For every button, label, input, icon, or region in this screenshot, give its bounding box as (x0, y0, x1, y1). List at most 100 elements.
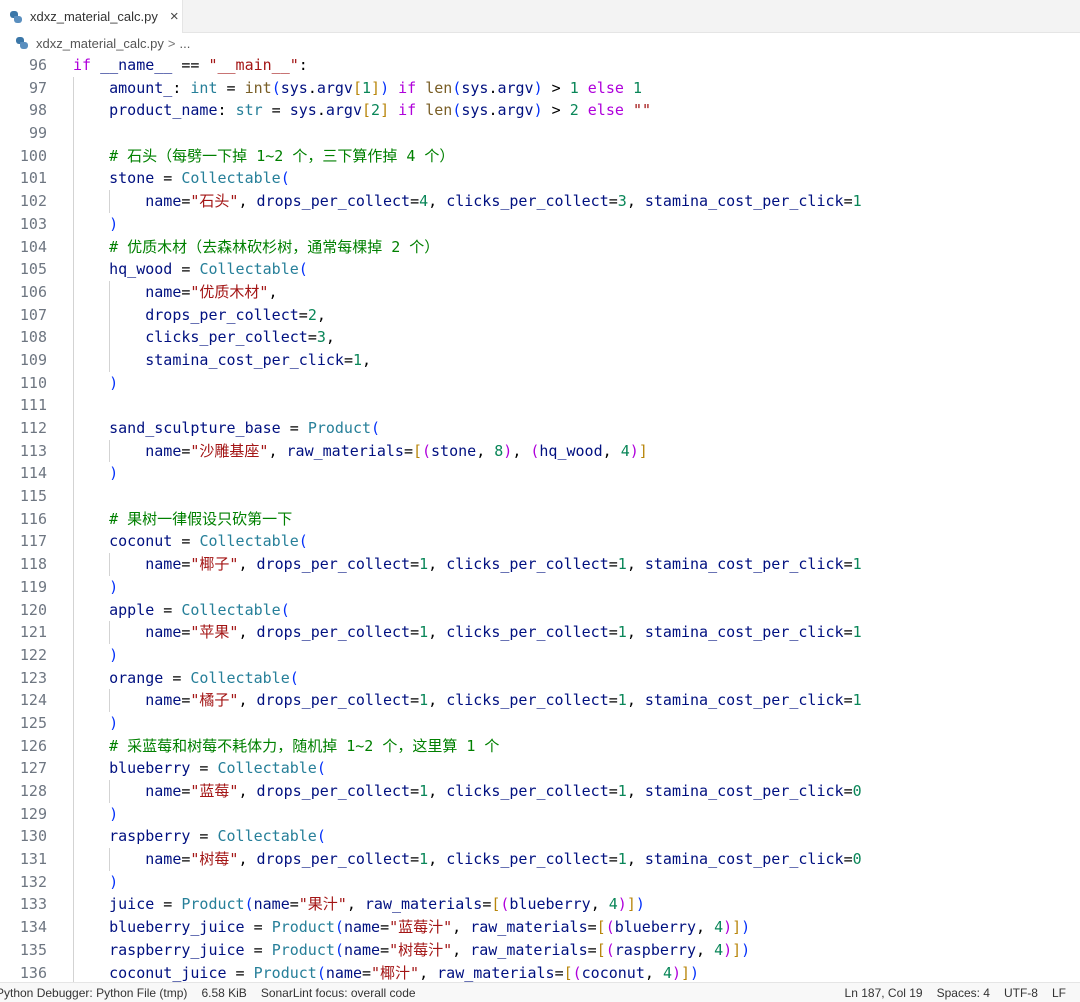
status-eol[interactable]: LF (1052, 986, 1066, 1000)
line-number: 97 (28, 78, 47, 97)
status-bar: Python Debugger: Python File (tmp) 6.58 … (0, 982, 1080, 1002)
code-token: drops_per_collect (256, 555, 411, 574)
line-number: 129 (19, 804, 47, 823)
code-token: Product (307, 419, 372, 437)
code-token: ) (741, 940, 751, 959)
code-token: = (410, 192, 420, 211)
code-text: ) (73, 462, 118, 485)
breadcrumb-symbols[interactable]: ... (179, 36, 190, 51)
code-token: amount_ (109, 78, 173, 97)
code-token: ) (723, 918, 733, 937)
code-token: = (172, 532, 200, 551)
code-token: ( (289, 668, 299, 687)
code-token: 1 (617, 850, 627, 869)
line-number: 110 (19, 373, 47, 392)
status-cursor-position[interactable]: Ln 187, Col 19 (845, 986, 923, 1000)
code-token: ] (626, 895, 636, 914)
code-token: Collectable (181, 600, 281, 619)
code-line: 103 ) (0, 212, 1080, 236)
code-text: coconut = Collectable( (73, 530, 308, 553)
status-encoding[interactable]: UTF-8 (1004, 986, 1038, 1000)
code-token: # 采蓝莓和树莓不耗体力，随机掉 1~2 个，这里算 1 个 (109, 736, 500, 755)
code-token: ( (298, 260, 308, 279)
line-number: 136 (19, 963, 47, 982)
code-text: ) (73, 644, 118, 667)
code-token: Collectable (217, 759, 317, 778)
breadcrumb-file[interactable]: xdxz_material_calc.py (36, 36, 164, 51)
code-token: sys (461, 101, 489, 120)
code-text: # 果树一律假设只砍第一下 (73, 508, 292, 531)
close-icon[interactable]: × (170, 8, 179, 25)
code-token: [ (596, 940, 606, 959)
code-token: ( (605, 940, 615, 959)
code-token: blueberry (109, 759, 191, 778)
code-token: , (238, 555, 257, 574)
code-token: # 果树一律假设只砍第一下 (109, 509, 293, 528)
code-token: argv (316, 78, 353, 97)
code-editor[interactable]: 96 if __name__ == "__main__": 97 amount_: … (0, 54, 1080, 982)
code-token: if (398, 101, 417, 120)
code-token: . (316, 101, 326, 120)
code-token: else (587, 78, 624, 97)
code-token: = (380, 940, 390, 959)
code-line: 118 name="椰子", drops_per_collect=1, clic… (0, 553, 1080, 576)
code-token: , (452, 940, 471, 959)
code-token: "蓝莓汁" (389, 918, 453, 937)
line-number: 99 (28, 124, 47, 143)
code-token: __name__ (91, 56, 173, 74)
code-token: ) (380, 78, 390, 97)
code-token: = (843, 782, 853, 800)
code-token: clicks_per_collect (446, 623, 609, 642)
code-token: = (843, 555, 853, 574)
code-token: Product (181, 895, 245, 914)
code-token: orange (109, 668, 164, 687)
code-token: ) (629, 441, 639, 460)
code-token: 1 (617, 555, 627, 574)
code-token: ( (316, 963, 326, 982)
code-text: amount_: int = int(sys.argv[1]) if len(s… (73, 77, 642, 100)
status-debugger[interactable]: Python Debugger: Python File (tmp) (0, 986, 187, 1000)
code-text: drops_per_collect=2, (73, 304, 326, 327)
line-number: 119 (19, 577, 47, 596)
code-token: ) (723, 940, 733, 959)
code-token: = (843, 623, 853, 642)
code-token: : (172, 78, 191, 97)
code-token: name (145, 623, 182, 642)
status-indentation[interactable]: Spaces: 4 (937, 986, 990, 1000)
code-token: ] (732, 918, 742, 937)
code-line: 106 name="优质木材", (0, 280, 1080, 304)
line-number: 130 (19, 827, 47, 846)
code-token: = (163, 668, 191, 687)
tab-xdxz-material-calc[interactable]: xdxz_material_calc.py × (0, 0, 183, 33)
code-token: = (298, 305, 308, 324)
code-text: ) (73, 576, 118, 599)
status-sonarlint[interactable]: SonarLint focus: overall code (261, 986, 416, 1000)
code-token: , (316, 305, 326, 324)
code-line: 111 (0, 394, 1080, 417)
code-token: , (602, 441, 621, 460)
line-number: 96 (28, 56, 47, 74)
code-token: , (428, 782, 447, 800)
code-token: 4 (662, 963, 672, 982)
code-token: , (512, 441, 531, 460)
line-number: 128 (19, 782, 47, 800)
code-token: str (235, 101, 263, 120)
line-number: 126 (19, 736, 47, 755)
line-number: 113 (19, 441, 47, 460)
code-line: 126 # 采蓝莓和树莓不耗体力，随机掉 1~2 个，这里算 1 个 (0, 734, 1080, 758)
code-line: 125 ) (0, 711, 1080, 735)
code-token: ( (452, 101, 462, 120)
status-file-size: 6.58 KiB (201, 985, 247, 1000)
code-token: ( (244, 895, 254, 914)
code-token: name (343, 918, 381, 937)
code-token: 1 (852, 555, 862, 574)
code-token: [ (563, 963, 573, 982)
